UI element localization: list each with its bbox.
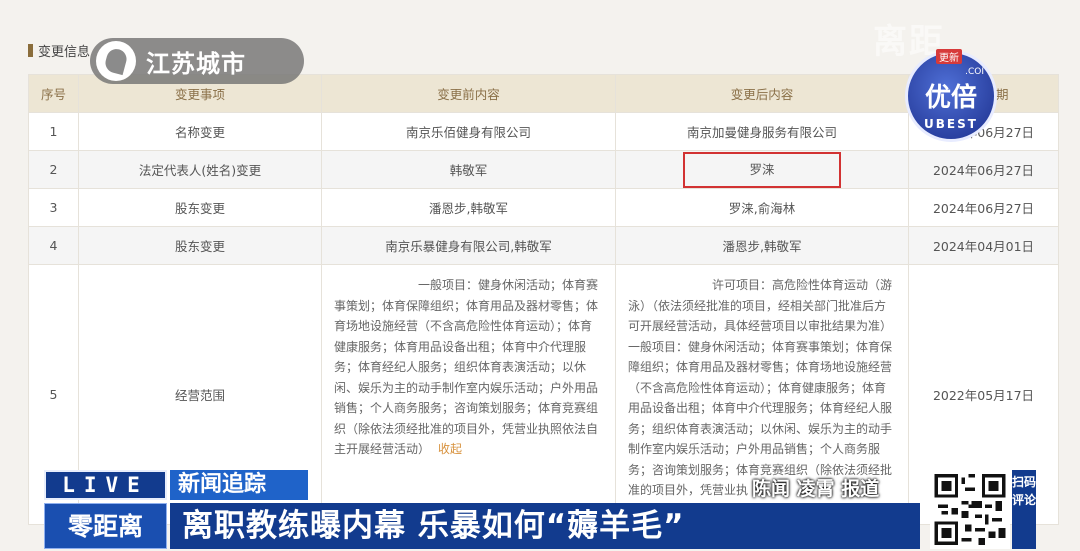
collapse-link[interactable]: 收起 — [438, 442, 462, 456]
change-records-table: 序号 变更事项 变更前内容 变更后内容 变更日期 1 名称变更 南京乐佰健身有限… — [28, 74, 1059, 525]
cell-before: 潘恩步,韩敬军 — [321, 188, 616, 227]
cell-no: 1 — [28, 112, 79, 151]
live-indicator: LIVE — [44, 470, 167, 500]
channel-emblem-icon — [96, 41, 136, 81]
cell-after: 潘恩步,韩敬军 — [615, 226, 909, 265]
table-row: 4 股东变更 南京乐暴健身有限公司,韩敬军 潘恩步,韩敬军 2024年04月01… — [28, 226, 1059, 265]
cell-before: 南京乐暴健身有限公司,韩敬军 — [321, 226, 616, 265]
cell-date: 2024年06月27日 — [908, 188, 1059, 227]
channel-logo-text: 江苏城市 — [146, 49, 246, 78]
cell-after: 南京加曼健身服务有限公司 — [615, 112, 909, 151]
business-scope-before: 一般项目：健身休闲活动；体育赛事策划；体育保障组织；体育用品及器材零售；体育场地… — [334, 278, 599, 456]
cell-no: 3 — [28, 188, 79, 227]
cell-after: 罗涞,俞海林 — [615, 188, 909, 227]
cell-no: 4 — [28, 226, 79, 265]
program-brand-logo: 零距离 — [44, 503, 167, 549]
cell-before: 南京乐佰健身有限公司 — [321, 112, 616, 151]
table-row: 2 法定代表人(姓名)变更 韩敬军 罗涞 2024年06月27日 — [28, 150, 1059, 189]
table-row: 1 名称变更 南京乐佰健身有限公司 南京加曼健身服务有限公司 2024年06月2… — [28, 112, 1059, 151]
cell-item: 法定代表人(姓名)变更 — [78, 150, 322, 189]
badge-tag: 更新 — [936, 49, 962, 64]
highlighted-new-representative: 罗涞 — [683, 151, 841, 188]
section-header: 变更信息 — [28, 40, 90, 60]
col-header-after: 变更后内容 — [615, 74, 909, 113]
qr-code[interactable] — [930, 470, 1010, 549]
badge-domain: .COI — [965, 67, 984, 77]
cell-item: 股东变更 — [78, 188, 322, 227]
cell-item: 名称变更 — [78, 112, 322, 151]
cell-before: 韩敬军 — [321, 150, 616, 189]
qr-caption: 扫码评论 — [1012, 470, 1036, 549]
col-header-before: 变更前内容 — [321, 74, 616, 113]
badge-cn: 优倍 — [924, 83, 977, 113]
reporter-credit: 陈闻 凌霄 报道 — [752, 478, 880, 500]
cell-date: 2024年06月27日 — [908, 150, 1059, 189]
cell-date: 2024年04月01日 — [908, 226, 1059, 265]
cell-after: 罗涞 — [615, 150, 909, 189]
qr-code-icon — [934, 474, 1006, 545]
business-scope-after: 许可项目：高危险性体育运动（游泳）（依法须经批准的项目，经相关部门批准后方可开展… — [628, 278, 893, 497]
col-header-no: 序号 — [28, 74, 79, 113]
ubest-badge: 更新 .COI 优倍 UBEST — [905, 49, 997, 142]
cell-before-scope: 一般项目：健身休闲活动；体育赛事策划；体育保障组织；体育用品及器材零售；体育场地… — [321, 264, 616, 525]
cell-item: 股东变更 — [78, 226, 322, 265]
channel-logo: 江苏城市 — [90, 38, 304, 84]
table-row: 3 股东变更 潘恩步,韩敬军 罗涞,俞海林 2024年06月27日 — [28, 188, 1059, 227]
cell-no: 2 — [28, 150, 79, 189]
section-marker — [28, 43, 33, 57]
badge-en: UBEST — [924, 117, 978, 131]
program-topic: 新闻追踪 — [170, 470, 308, 500]
section-title: 变更信息 — [38, 44, 91, 60]
news-headline: 离职教练曝内幕 乐暴如何“薅羊毛” — [170, 503, 920, 549]
